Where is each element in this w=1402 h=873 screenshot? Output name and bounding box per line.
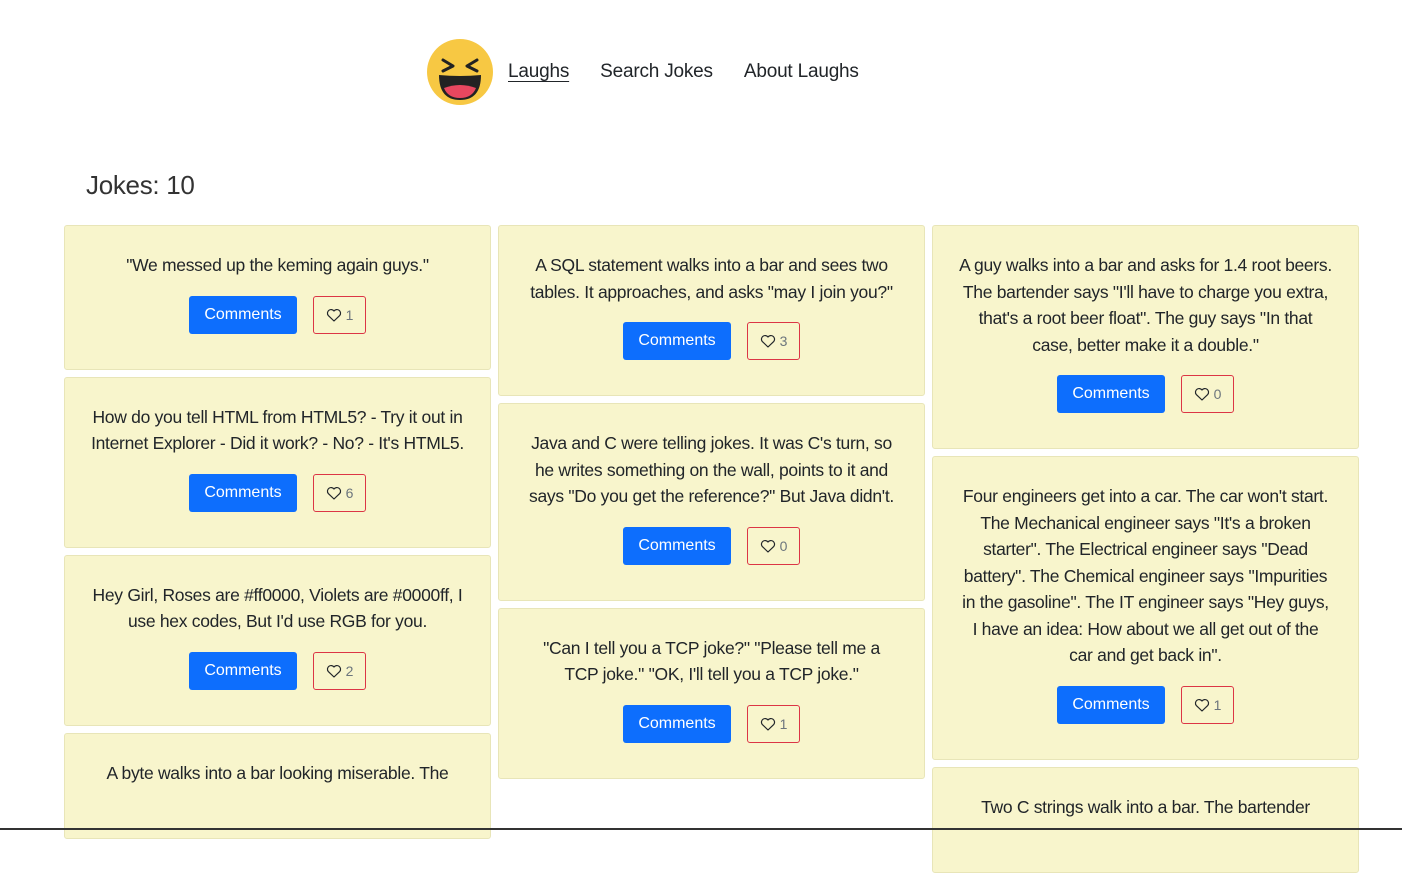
joke-actions: Comments 6 bbox=[91, 474, 464, 512]
joke-card: Hey Girl, Roses are #ff0000, Violets are… bbox=[64, 555, 491, 726]
like-button[interactable]: 0 bbox=[747, 527, 800, 565]
joke-text: "We messed up the keming again guys." bbox=[91, 252, 464, 279]
like-button[interactable]: 2 bbox=[313, 652, 366, 690]
joke-card: How do you tell HTML from HTML5? - Try i… bbox=[64, 377, 491, 548]
comments-button[interactable]: Comments bbox=[1057, 686, 1165, 724]
jokes-column-1: "We messed up the keming again guys." Co… bbox=[64, 225, 491, 839]
joke-actions: Comments 1 bbox=[525, 705, 898, 743]
jokes-count: Jokes: 10 bbox=[86, 170, 195, 201]
like-button[interactable]: 0 bbox=[1181, 375, 1234, 413]
heart-icon bbox=[760, 333, 776, 349]
heart-icon bbox=[1194, 697, 1210, 713]
like-count: 2 bbox=[346, 663, 354, 679]
heart-icon bbox=[760, 538, 776, 554]
top-nav: Laughs Search Jokes About Laughs bbox=[426, 38, 890, 106]
joke-card: A SQL statement walks into a bar and see… bbox=[498, 225, 925, 396]
joke-card: "We messed up the keming again guys." Co… bbox=[64, 225, 491, 370]
joke-text: Two C strings walk into a bar. The barte… bbox=[959, 794, 1332, 821]
like-button[interactable]: 1 bbox=[747, 705, 800, 743]
joke-card: "Can I tell you a TCP joke?" "Please tel… bbox=[498, 608, 925, 779]
heart-icon bbox=[760, 716, 776, 732]
like-count: 0 bbox=[1214, 386, 1222, 402]
like-button[interactable]: 1 bbox=[1181, 686, 1234, 724]
like-count: 1 bbox=[780, 716, 788, 732]
joke-text: How do you tell HTML from HTML5? - Try i… bbox=[91, 404, 464, 457]
nav-link-about-laughs[interactable]: About Laughs bbox=[744, 61, 859, 83]
joke-actions: Comments 0 bbox=[525, 527, 898, 565]
like-count: 1 bbox=[346, 307, 354, 323]
like-count: 0 bbox=[780, 538, 788, 554]
jokes-column-2: A SQL statement walks into a bar and see… bbox=[498, 225, 925, 779]
joke-text: Hey Girl, Roses are #ff0000, Violets are… bbox=[91, 582, 464, 635]
joke-actions: Comments 0 bbox=[959, 375, 1332, 413]
like-count: 6 bbox=[346, 485, 354, 501]
like-count: 1 bbox=[1214, 697, 1222, 713]
joke-actions: Comments 3 bbox=[525, 322, 898, 360]
comments-button[interactable]: Comments bbox=[189, 296, 297, 334]
joke-text: Java and C were telling jokes. It was C'… bbox=[525, 430, 898, 510]
like-count: 3 bbox=[780, 333, 788, 349]
joke-text: A byte walks into a bar looking miserabl… bbox=[91, 760, 464, 787]
jokes-grid: "We messed up the keming again guys." Co… bbox=[64, 225, 1359, 873]
joke-actions: Comments 1 bbox=[91, 296, 464, 334]
joke-card: A byte walks into a bar looking miserabl… bbox=[64, 733, 491, 840]
heart-icon bbox=[326, 663, 342, 679]
joke-actions: Comments 2 bbox=[91, 652, 464, 690]
jokes-column-3: A guy walks into a bar and asks for 1.4 … bbox=[932, 225, 1359, 873]
joke-text: "Can I tell you a TCP joke?" "Please tel… bbox=[525, 635, 898, 688]
comments-button[interactable]: Comments bbox=[189, 474, 297, 512]
joke-card: Java and C were telling jokes. It was C'… bbox=[498, 403, 925, 601]
comments-button[interactable]: Comments bbox=[189, 652, 297, 690]
comments-button[interactable]: Comments bbox=[1057, 375, 1165, 413]
like-button[interactable]: 3 bbox=[747, 322, 800, 360]
nav-link-search-jokes[interactable]: Search Jokes bbox=[600, 61, 713, 83]
joke-text: A SQL statement walks into a bar and see… bbox=[525, 252, 898, 305]
laughing-emoji-logo-icon[interactable] bbox=[426, 38, 494, 106]
joke-actions: Comments 1 bbox=[959, 686, 1332, 724]
joke-text: Four engineers get into a car. The car w… bbox=[959, 483, 1332, 669]
comments-button[interactable]: Comments bbox=[623, 705, 731, 743]
like-button[interactable]: 6 bbox=[313, 474, 366, 512]
joke-text: A guy walks into a bar and asks for 1.4 … bbox=[959, 252, 1332, 358]
joke-card: A guy walks into a bar and asks for 1.4 … bbox=[932, 225, 1359, 449]
joke-card: Four engineers get into a car. The car w… bbox=[932, 456, 1359, 760]
like-button[interactable]: 1 bbox=[313, 296, 366, 334]
comments-button[interactable]: Comments bbox=[623, 527, 731, 565]
heart-icon bbox=[326, 485, 342, 501]
heart-icon bbox=[1194, 386, 1210, 402]
joke-card: Two C strings walk into a bar. The barte… bbox=[932, 767, 1359, 873]
comments-button[interactable]: Comments bbox=[623, 322, 731, 360]
heart-icon bbox=[326, 307, 342, 323]
nav-link-laughs[interactable]: Laughs bbox=[508, 61, 569, 83]
